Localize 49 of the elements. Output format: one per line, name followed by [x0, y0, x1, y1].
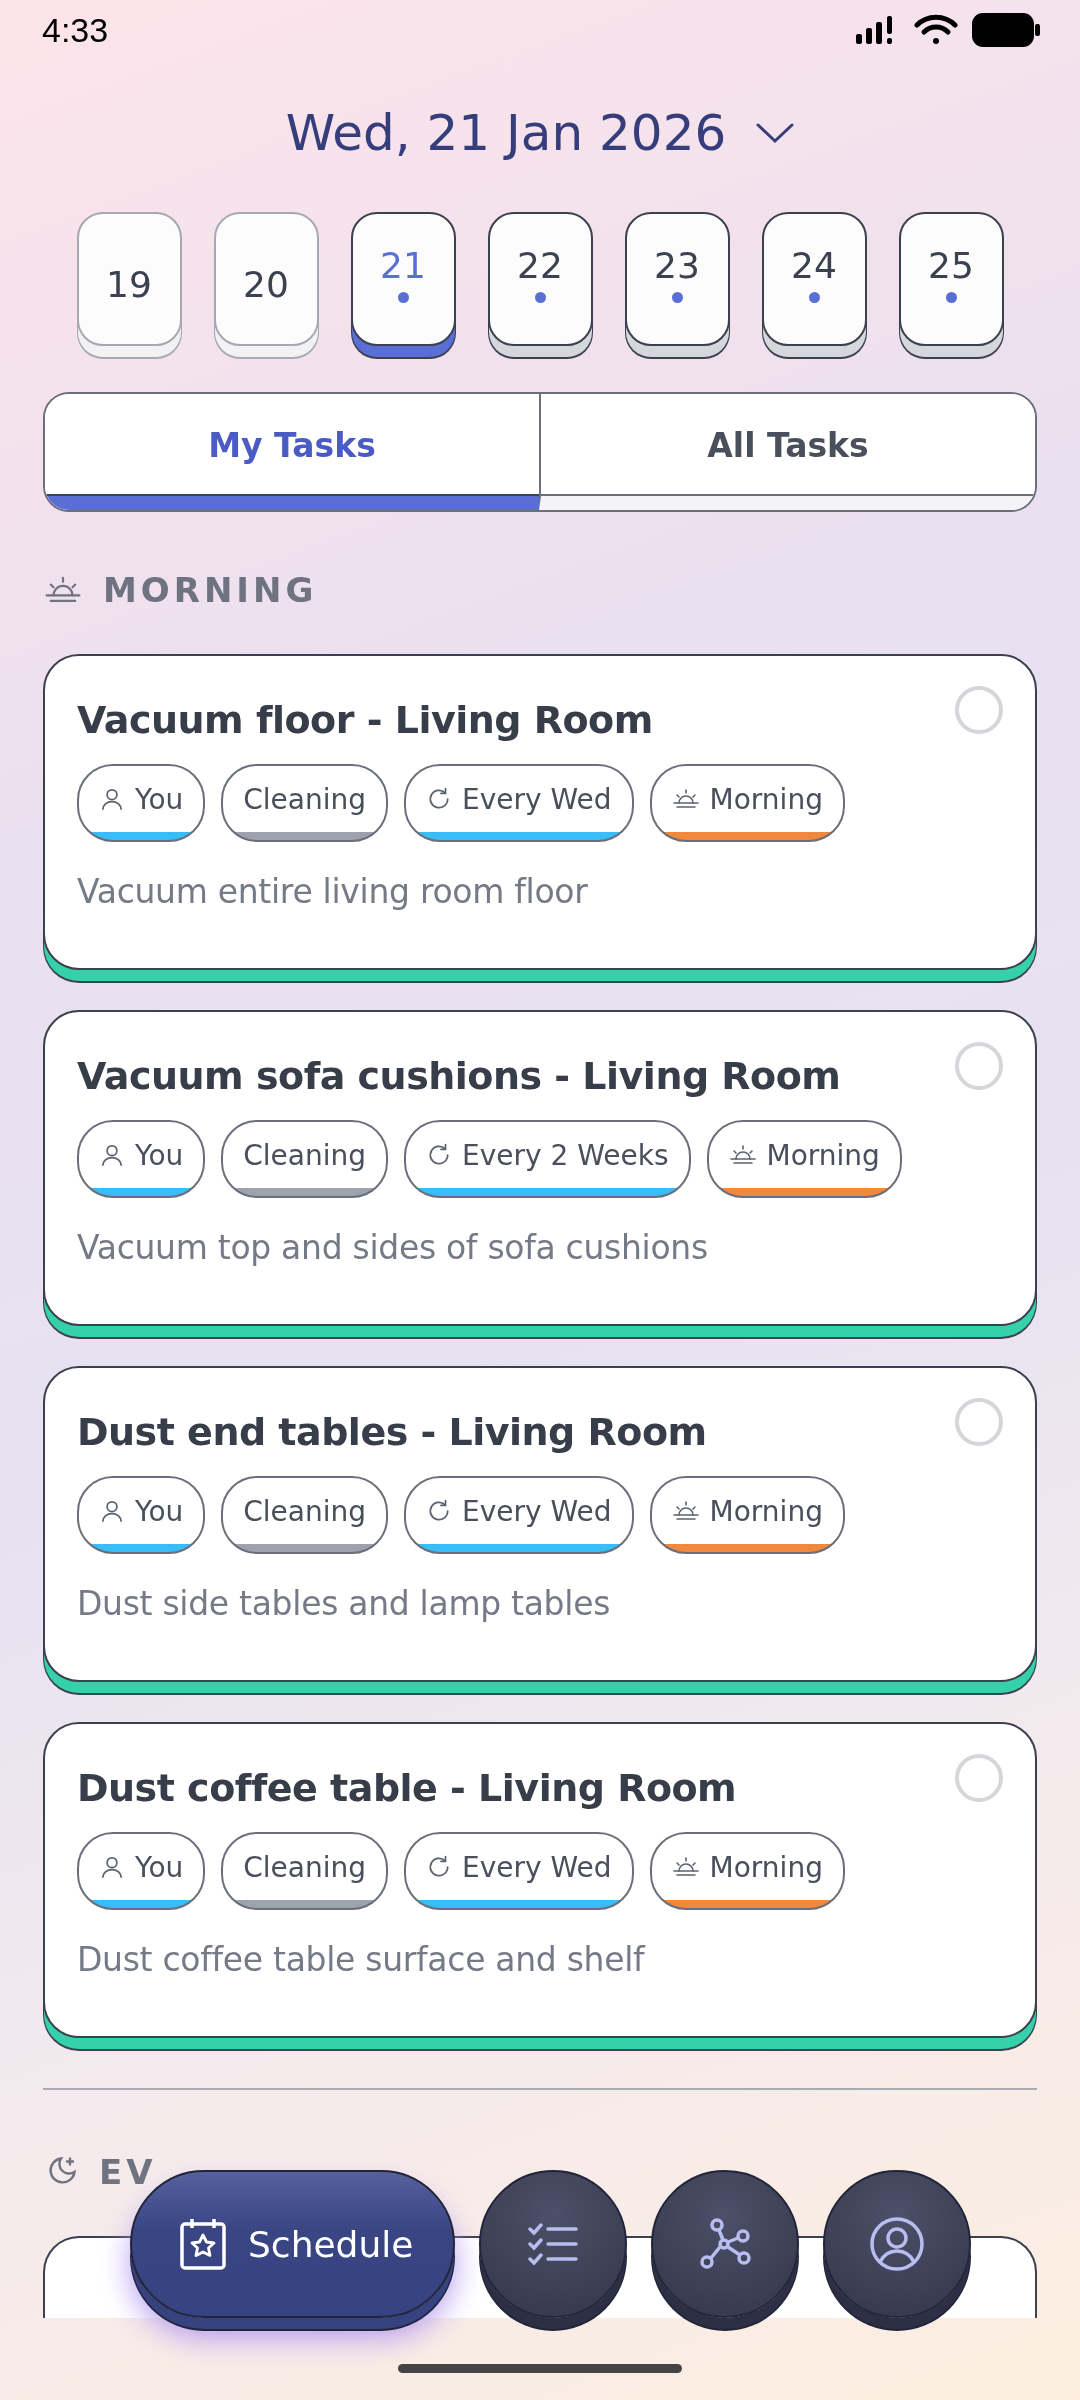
task-title: Vacuum sofa cushions - Living Room [77, 1053, 842, 1100]
tag-chip: Morning [649, 764, 845, 842]
sunrise-icon [43, 575, 83, 605]
sunrise-icon [671, 787, 700, 811]
calendar-star-icon [180, 2218, 226, 2270]
person-icon [99, 1498, 125, 1524]
wifi-icon [914, 14, 958, 46]
date-selector[interactable]: Wed, 21 Jan 2026 [277, 104, 803, 162]
person-icon [99, 1854, 125, 1880]
task-description: Vacuum entire living room floor [77, 872, 589, 911]
task-description: Vacuum top and sides of sofa cushions [77, 1228, 709, 1267]
person-icon [99, 1142, 125, 1168]
tag-chip: Every Wed [404, 764, 634, 842]
task-description: Dust coffee table surface and shelf [77, 1940, 647, 1979]
tag-chip: Morning [706, 1120, 902, 1198]
tab[interactable]: My Tasks [45, 394, 539, 510]
complete-checkbox[interactable] [955, 1398, 1003, 1446]
tab[interactable]: All Tasks [539, 394, 1035, 510]
sunrise-icon [728, 1143, 757, 1167]
tag-chip: Cleaning [221, 1476, 389, 1554]
task-title: Dust coffee table - Living Room [77, 1765, 738, 1812]
task-title: Dust end tables - Living Room [77, 1409, 708, 1456]
section-title: MORNING [103, 570, 318, 610]
task-title: Vacuum floor - Living Room [77, 697, 654, 744]
task-description: Dust side tables and lamp tables [77, 1584, 612, 1623]
status-time: 4:33 [42, 10, 109, 50]
tag-chip: You [77, 1120, 206, 1198]
network-icon [699, 2218, 752, 2270]
sunrise-icon [671, 1855, 700, 1879]
battery-icon [972, 13, 1040, 47]
chevron-down-icon [756, 122, 795, 144]
tag-chip: Every 2 Weeks [404, 1120, 691, 1198]
complete-checkbox[interactable] [955, 686, 1003, 734]
tag-chip: You [77, 1476, 206, 1554]
profile-icon [869, 2216, 926, 2272]
tag-chip: You [77, 1832, 206, 1910]
complete-checkbox[interactable] [955, 1754, 1003, 1802]
tag-chip: Cleaning [221, 764, 389, 842]
sunrise-icon [671, 1499, 700, 1523]
complete-checkbox[interactable] [955, 1042, 1003, 1090]
tag-chip: Every Wed [404, 1832, 634, 1910]
tag-chip: You [77, 764, 206, 842]
tag-chip: Morning [649, 1832, 845, 1910]
tag-chip: Cleaning [221, 1832, 389, 1910]
person-icon [99, 786, 125, 812]
checklist-icon [528, 2223, 579, 2265]
tag-chip: Every Wed [404, 1476, 634, 1554]
tag-chip: Morning [649, 1476, 845, 1554]
tag-chip: Cleaning [221, 1120, 389, 1198]
